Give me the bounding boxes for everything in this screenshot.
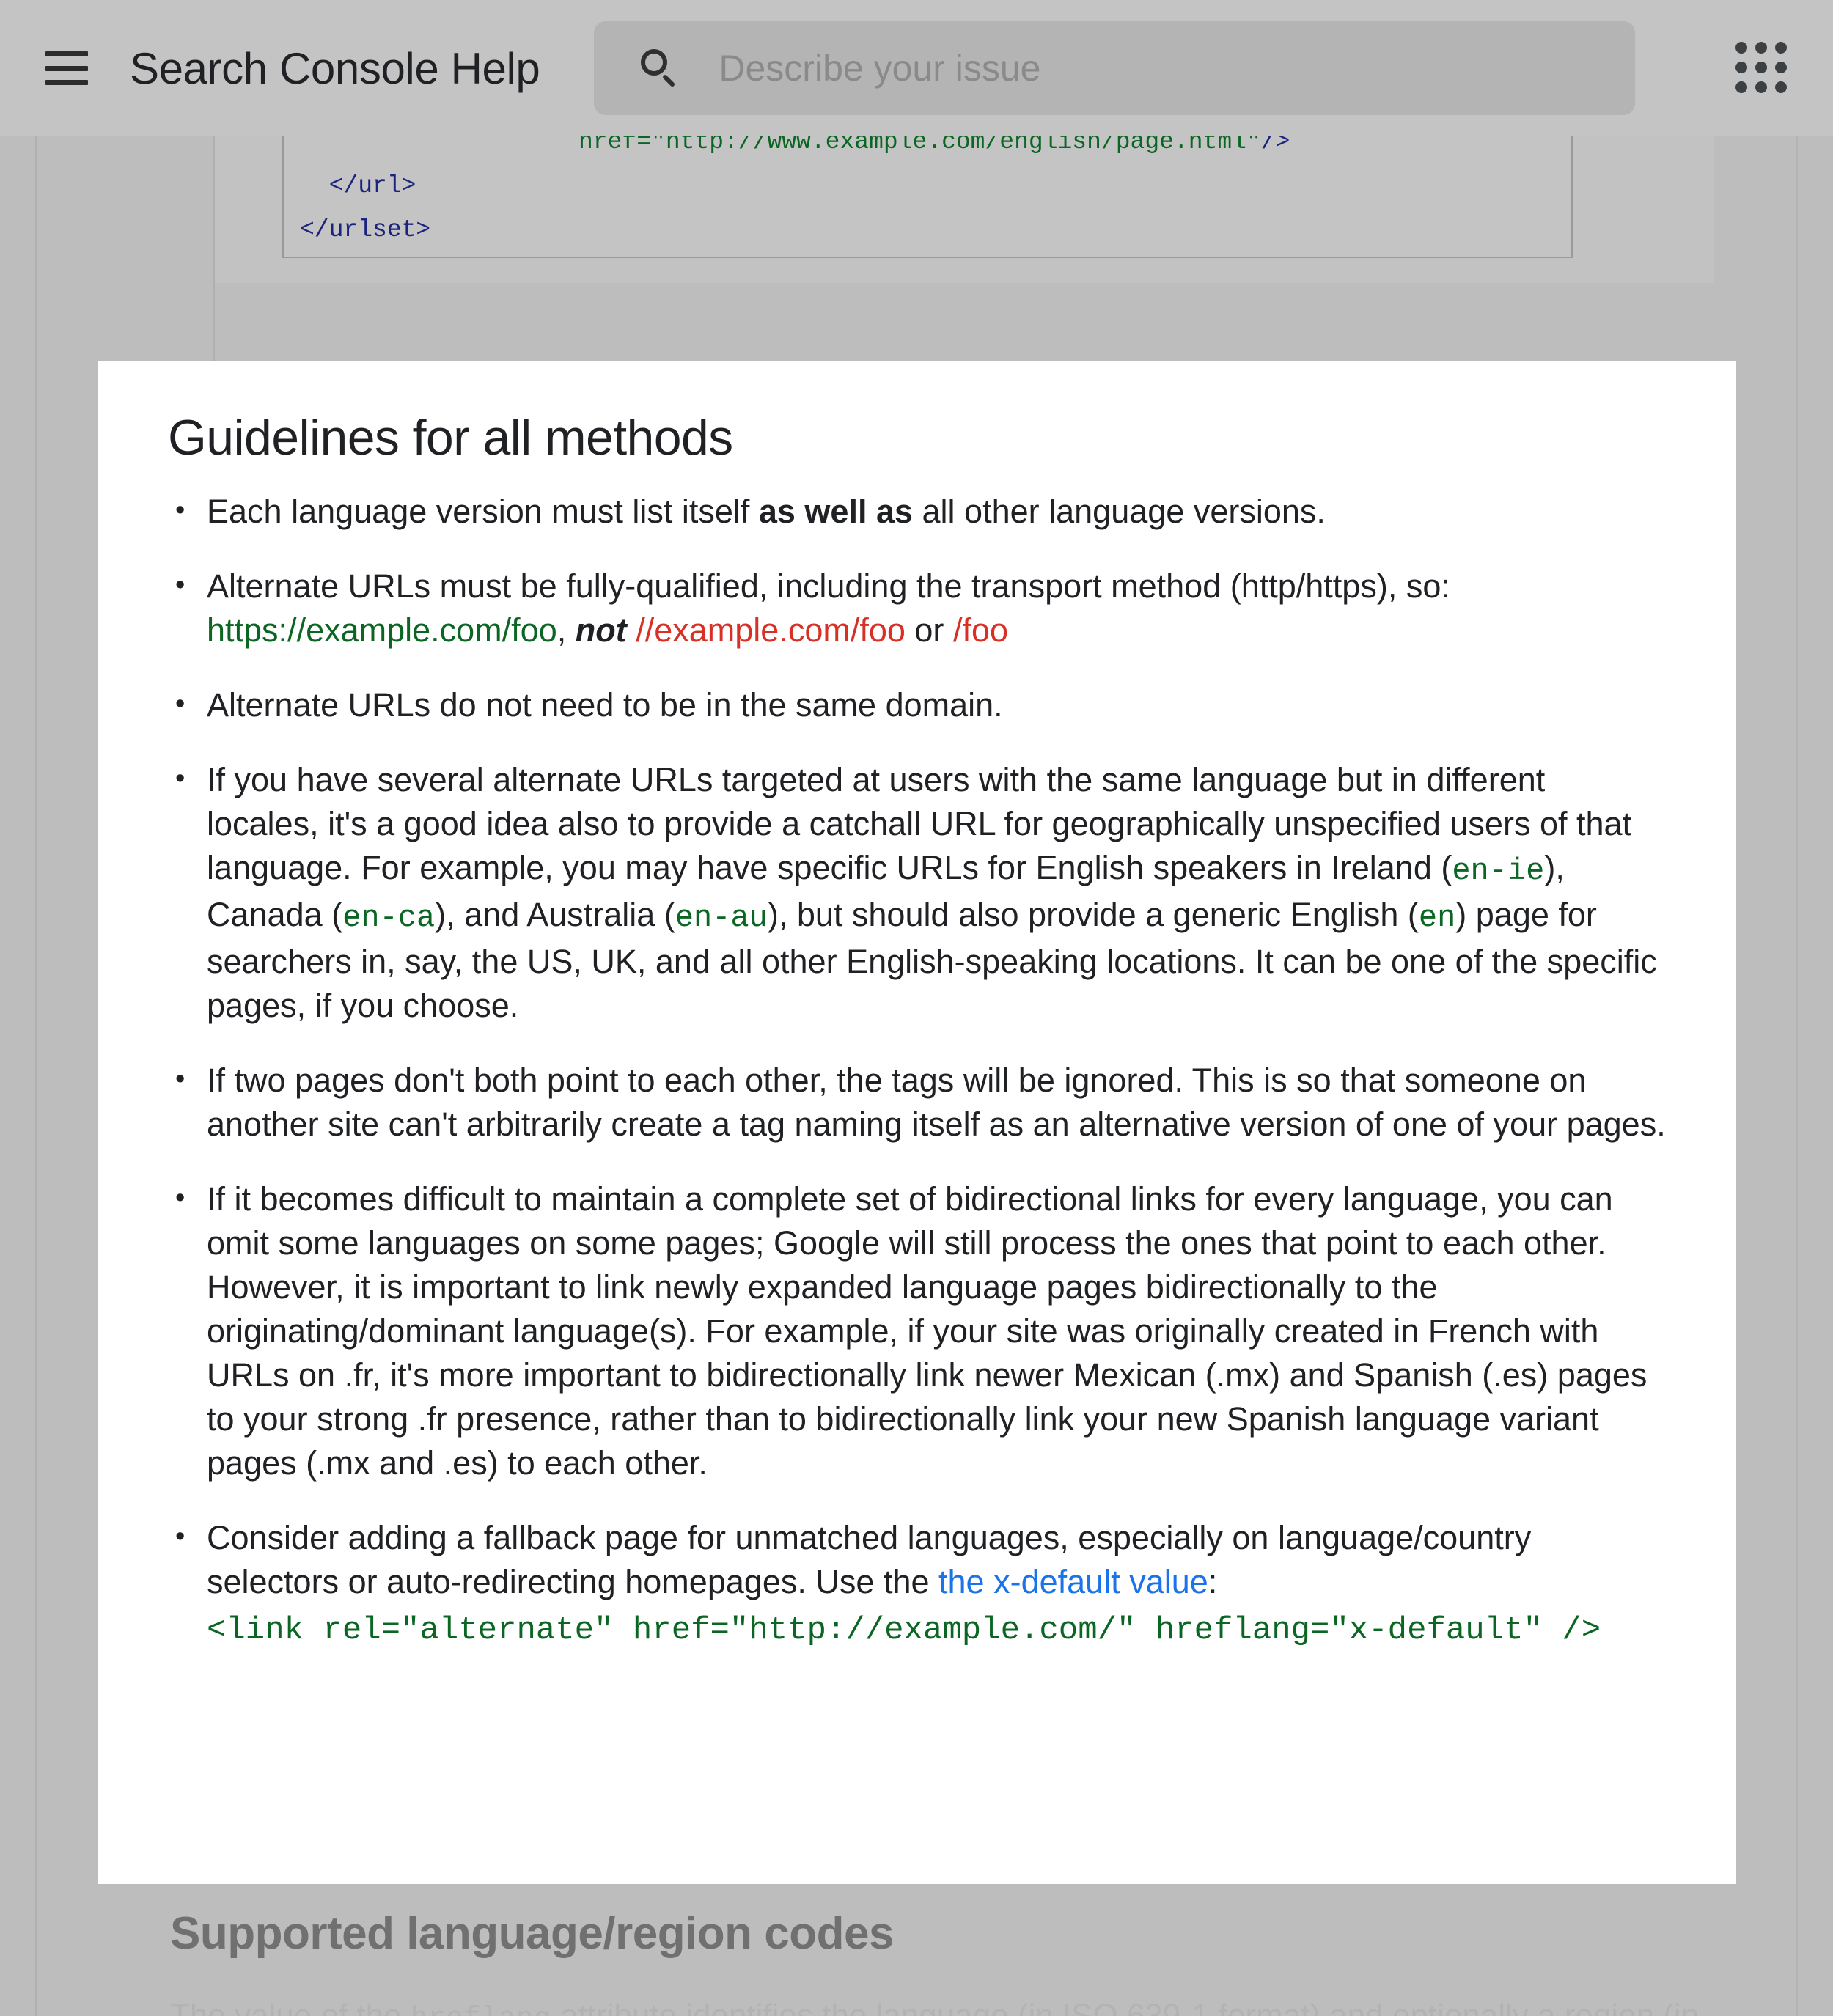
catchall-part-3: ), and Australia (	[435, 896, 675, 933]
lang-code-en-ie: en-ie	[1452, 853, 1545, 889]
apps-dot-2	[1755, 42, 1767, 54]
bullet-omit-languages: If it becomes difficult to maintain a co…	[168, 1176, 1666, 1485]
bullet-same-domain: Alternate URLs do not need to be in the …	[168, 682, 1666, 727]
supported-codes-paragraph: The value of the hreflang attribute iden…	[170, 1998, 1699, 2016]
xml-code-block: href="http://www.example.com/english/pag…	[282, 126, 1573, 258]
apps-grid-icon[interactable]	[1735, 42, 1787, 93]
search-input[interactable]: Describe your issue	[594, 21, 1636, 115]
bullet-bidirectional-text: If two pages don't both point to each ot…	[207, 1062, 1666, 1143]
not-emphasis: not	[575, 611, 627, 649]
bullet-self-listing: Each language version must list itself a…	[168, 488, 1666, 534]
guidelines-list: Each language version must list itself a…	[168, 488, 1666, 1654]
search-icon-handle	[662, 73, 676, 88]
catchall-part-4: ), but should also provide a generic Eng…	[767, 896, 1419, 933]
supported-codes-post: attribute identifies the language (in IS…	[551, 1998, 1700, 2016]
search-icon	[639, 48, 680, 89]
bullet-bidirectional: If two pages don't both point to each ot…	[168, 1057, 1666, 1147]
bullet-fully-qualified: Alternate URLs must be fully-qualified, …	[168, 563, 1666, 652]
apps-dot-9	[1775, 81, 1787, 93]
app-header: Search Console Help Describe your issue	[0, 0, 1833, 136]
vertical-scroll-rule[interactable]	[1796, 136, 1798, 2016]
page-title: Search Console Help	[130, 43, 540, 93]
below-card-region: Supported language/region codes The valu…	[0, 1884, 1833, 2016]
bullet-catchall: If you have several alternate URLs targe…	[168, 757, 1666, 1028]
apps-dot-7	[1735, 81, 1747, 93]
lang-code-en-au: en-au	[675, 900, 768, 935]
guidelines-card: Guidelines for all methods Each language…	[98, 361, 1736, 1884]
bullet-self-listing-post: all other language versions.	[913, 493, 1326, 530]
bad-url-example-2: /foo	[952, 611, 1008, 649]
bullet-self-listing-emphasis: as well as	[758, 493, 914, 530]
page-left-rule	[35, 136, 37, 2016]
fallback-part-1: Consider adding a fallback page for unma…	[207, 1519, 1532, 1600]
lang-code-en-ca: en-ca	[342, 900, 436, 935]
hreflang-inline-code: hreflang	[411, 2003, 551, 2016]
bad-url-example-1: //example.com/foo	[636, 611, 906, 649]
bullet-fully-qualified-lead: Alternate URLs must be fully-qualified, …	[207, 567, 1450, 605]
bullet-fallback: Consider adding a fallback page for unma…	[168, 1515, 1666, 1654]
supported-codes-pre: The value of the	[170, 1998, 411, 2016]
apps-dot-5	[1755, 62, 1767, 73]
supported-codes-heading: Supported language/region codes	[170, 1908, 894, 1959]
apps-dot-1	[1735, 42, 1747, 54]
apps-dot-8	[1755, 81, 1767, 93]
good-url-example: https://example.com/foo	[207, 611, 557, 649]
or-word: or	[905, 611, 953, 649]
code-line-urlset-close: </urlset>	[300, 216, 431, 243]
lang-code-en: en	[1418, 900, 1456, 935]
code-line-url-close: </url>	[300, 172, 416, 199]
x-default-code-snippet: <link rel="alternate" href="http://examp…	[207, 1612, 1601, 1649]
apps-dot-4	[1735, 62, 1747, 73]
bullet-omit-languages-text: If it becomes difficult to maintain a co…	[207, 1180, 1648, 1482]
x-default-link[interactable]: the x-default value	[938, 1563, 1208, 1600]
hamburger-bar-2	[45, 65, 88, 71]
bullet-self-listing-pre: Each language version must list itself	[207, 493, 759, 530]
hamburger-bar-3	[45, 80, 88, 85]
fallback-part-2: :	[1208, 1563, 1218, 1600]
search-icon-ring	[641, 49, 668, 76]
guidelines-heading: Guidelines for all methods	[168, 410, 733, 466]
bullet-same-domain-text: Alternate URLs do not need to be in the …	[207, 686, 1003, 724]
search-input-placeholder: Describe your issue	[719, 48, 1041, 89]
apps-dot-6	[1775, 62, 1787, 73]
hamburger-bar-1	[45, 51, 88, 56]
apps-dot-3	[1775, 42, 1787, 54]
catchall-part-1: If you have several alternate URLs targe…	[207, 761, 1632, 886]
bullet-comma: ,	[556, 611, 576, 649]
hamburger-menu-icon[interactable]	[45, 51, 88, 85]
